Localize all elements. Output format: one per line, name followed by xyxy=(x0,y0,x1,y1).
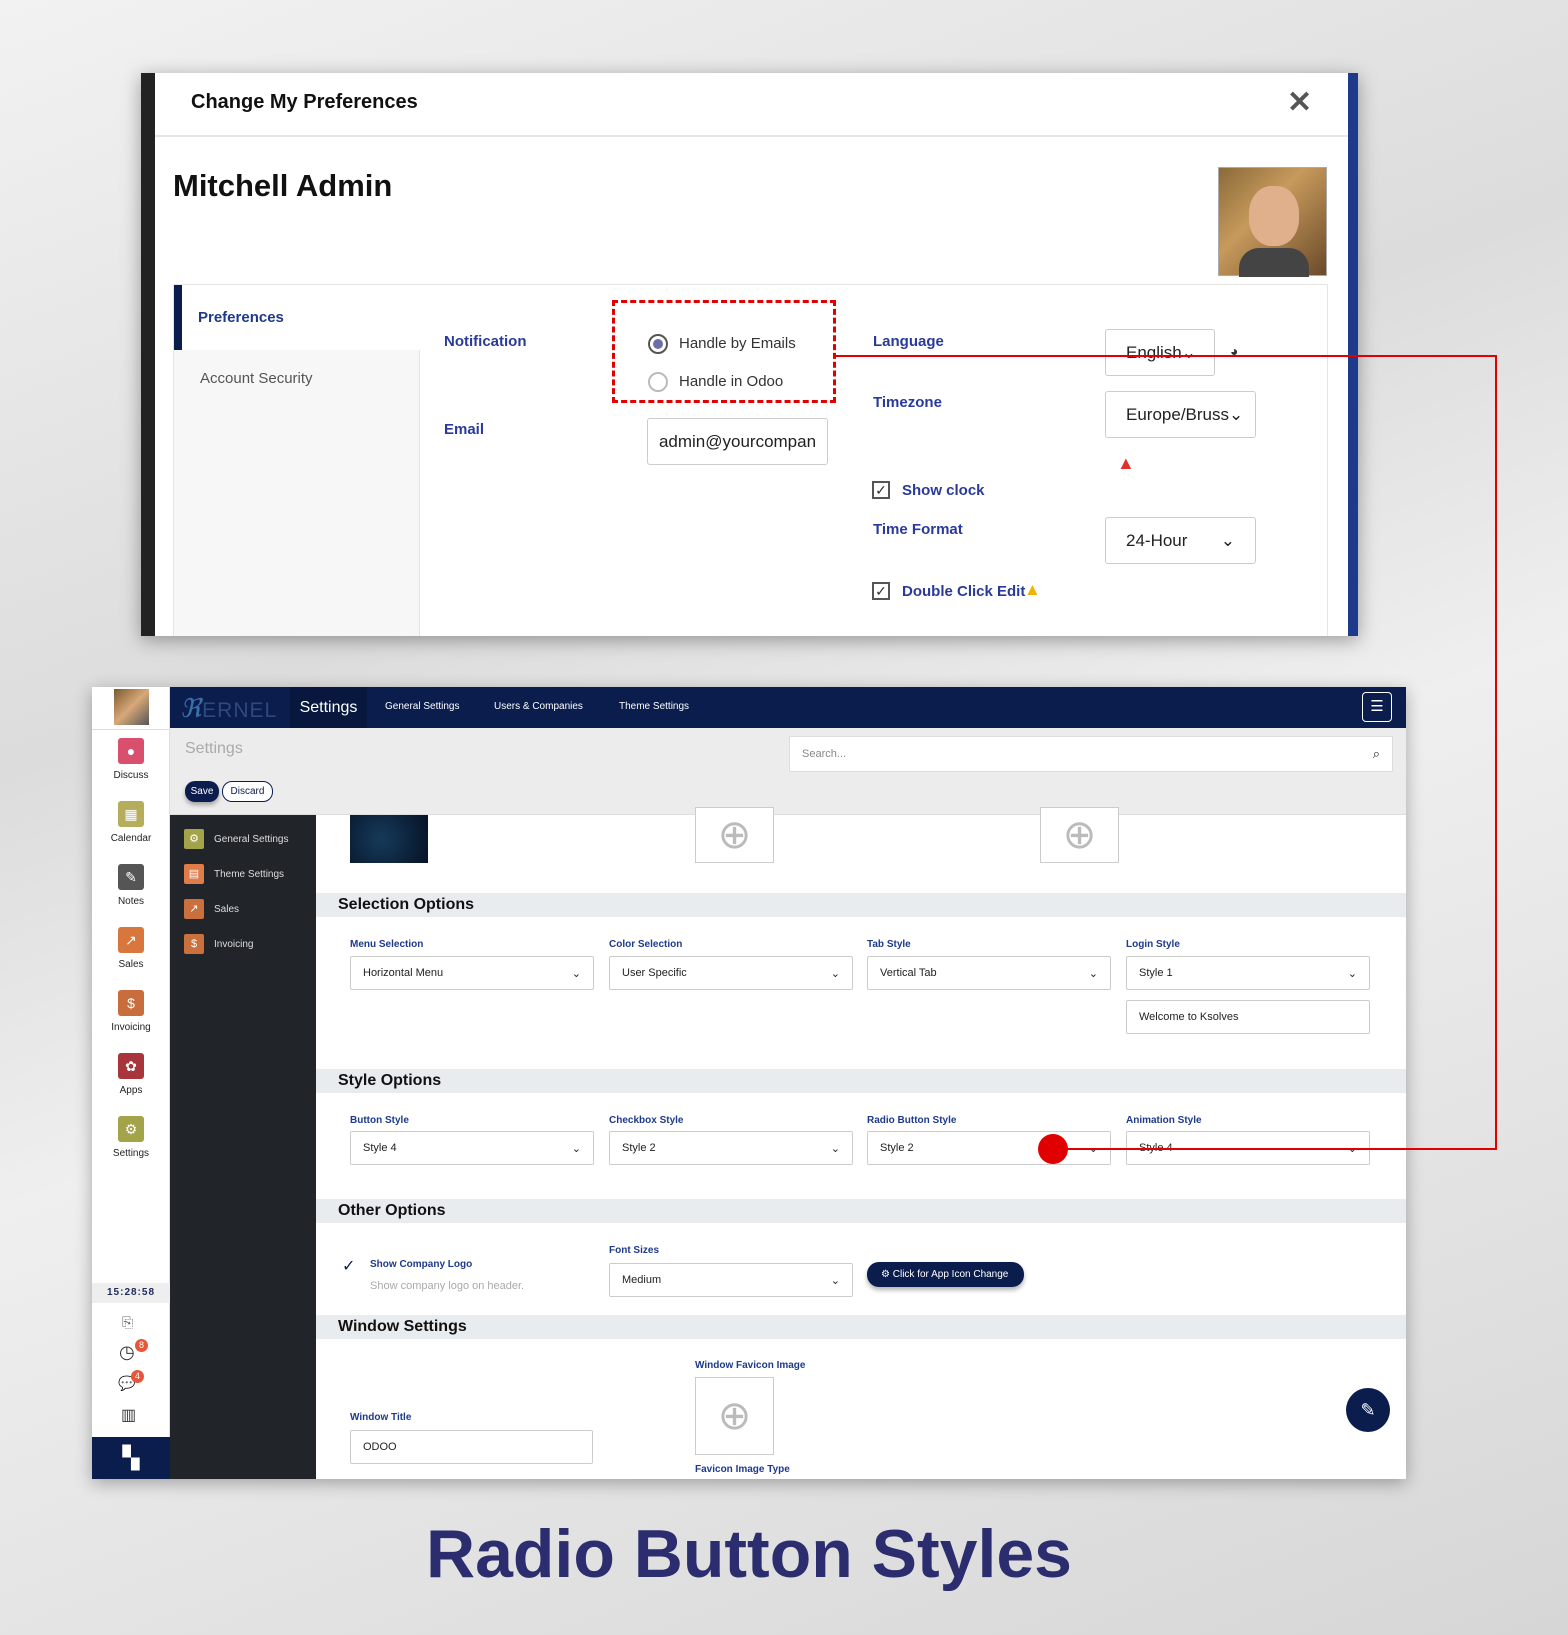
connector-line xyxy=(836,355,1497,1150)
highlight-connector xyxy=(836,355,1497,1164)
caption-title: Radio Button Styles xyxy=(425,1516,1073,1592)
connector-dot xyxy=(1038,1134,1068,1164)
